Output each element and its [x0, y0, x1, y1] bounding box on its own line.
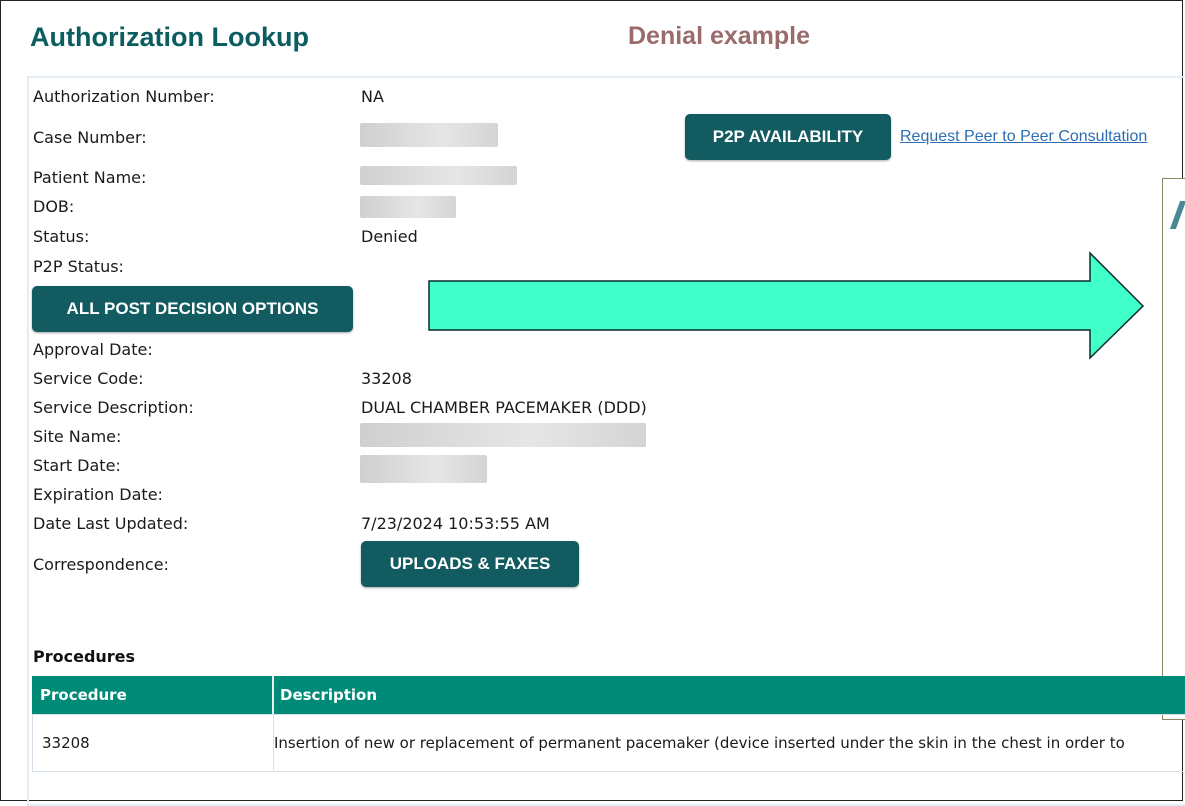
side-popup-panel	[1162, 178, 1185, 720]
date-last-updated-label: Date Last Updated:	[33, 514, 189, 533]
dob-redacted	[360, 196, 456, 218]
approval-date-label: Approval Date:	[33, 340, 153, 359]
column-header-description[interactable]: Description	[280, 676, 377, 714]
service-code-value: 33208	[361, 369, 412, 388]
correspondence-label: Correspondence:	[33, 555, 169, 574]
slide-annotation-label: Denial example	[628, 22, 811, 50]
expiration-date-label: Expiration Date:	[33, 485, 163, 504]
popup-logo-icon	[1169, 201, 1185, 229]
all-post-decision-options-button[interactable]: ALL POST DECISION OPTIONS	[32, 286, 353, 332]
uploads-faxes-button[interactable]: UPLOADS & FAXES	[361, 541, 579, 587]
date-last-updated-value: 7/23/2024 10:53:55 AM	[361, 514, 550, 533]
site-name-label: Site Name:	[33, 427, 122, 446]
service-code-label: Service Code:	[33, 369, 144, 388]
column-header-procedure[interactable]: Procedure	[40, 676, 127, 714]
service-description-label: Service Description:	[33, 398, 194, 417]
p2p-status-label: P2P Status:	[33, 257, 124, 276]
authorization-number-value: NA	[361, 87, 384, 106]
authorization-number-label: Authorization Number:	[33, 87, 215, 106]
start-date-redacted	[360, 455, 487, 483]
status-value: Denied	[361, 227, 418, 246]
right-arrow-icon	[428, 251, 1145, 360]
case-number-redacted	[360, 123, 498, 147]
dob-label: DOB:	[33, 197, 75, 216]
status-label: Status:	[33, 227, 90, 246]
page-title: Authorization Lookup	[30, 22, 309, 52]
table-row[interactable]: 33208 Insertion of new or replacement of…	[32, 714, 1185, 772]
procedures-section-title: Procedures	[33, 647, 136, 666]
start-date-label: Start Date:	[33, 456, 121, 475]
request-peer-to-peer-link[interactable]: Request Peer to Peer Consultation	[900, 128, 1147, 146]
patient-name-label: Patient Name:	[33, 168, 147, 187]
service-description-value: DUAL CHAMBER PACEMAKER (DDD)	[361, 398, 647, 417]
column-divider	[272, 676, 274, 714]
site-name-redacted	[360, 423, 646, 447]
p2p-availability-button[interactable]: P2P AVAILABILITY	[685, 114, 891, 160]
patient-name-redacted	[360, 166, 517, 185]
case-number-label: Case Number:	[33, 128, 147, 147]
procedure-description-cell: Insertion of new or replacement of perma…	[274, 734, 1125, 752]
procedure-code-cell: 33208	[42, 734, 90, 752]
procedures-table-header: Procedure Description	[32, 676, 1185, 714]
